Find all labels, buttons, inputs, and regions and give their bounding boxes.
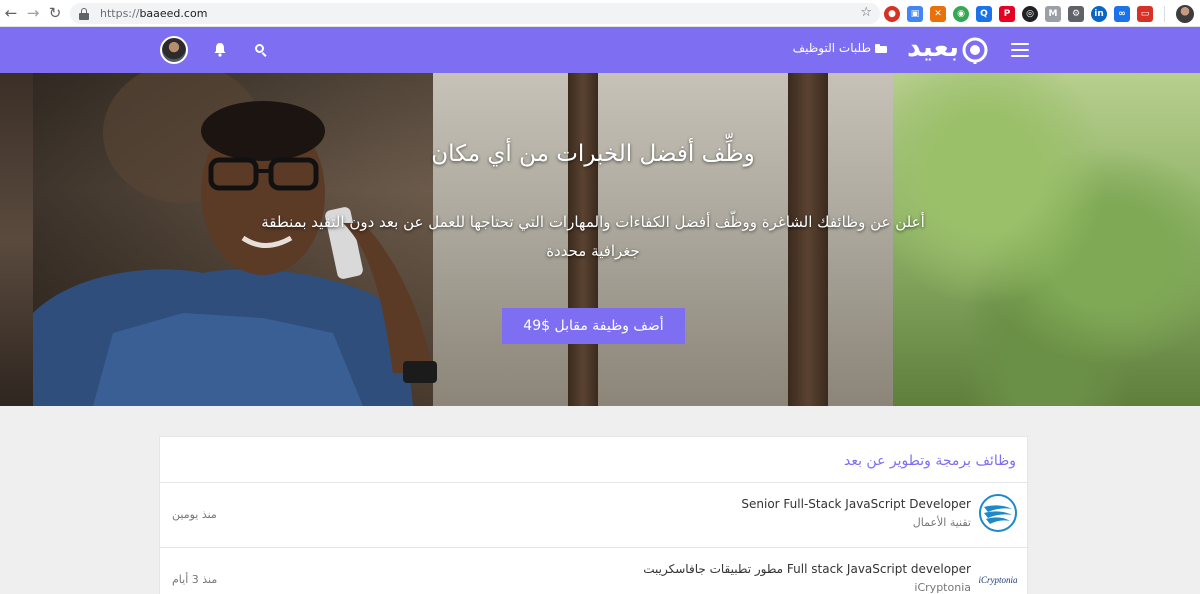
job-date: منذ 3 أيام bbox=[172, 573, 218, 586]
hero-subtitle: أعلن عن وظائفك الشاغرة ووظّف أفضل الكفاء… bbox=[261, 213, 925, 260]
link-icon[interactable]: ∞ bbox=[1114, 6, 1130, 22]
icryptonia-logo-icon: iCryptonia bbox=[978, 564, 1018, 592]
reload-icon[interactable]: ↻ bbox=[44, 2, 66, 24]
nav-jobs-link[interactable]: طلبات التوظيف bbox=[780, 41, 887, 55]
hero-banner: وظِّف أفضل الخبرات من أي مكان أعلن عن وظ… bbox=[33, 73, 1200, 406]
lock-icon bbox=[78, 7, 90, 20]
tools-icon[interactable]: ✕ bbox=[930, 6, 946, 22]
adblock-icon[interactable]: ● bbox=[884, 6, 900, 22]
search-icon[interactable] bbox=[255, 44, 267, 57]
post-job-button[interactable]: أضف وظيفة مقابل $49 bbox=[502, 308, 685, 344]
job-list-item[interactable]: Senior Full-Stack JavaScript Developer ت… bbox=[160, 483, 1029, 547]
site-header: بعيد طلبات التوظيف bbox=[0, 27, 1200, 73]
folder-icon bbox=[875, 43, 887, 53]
back-icon[interactable]: ← bbox=[0, 2, 22, 24]
forward-icon[interactable]: → bbox=[22, 2, 44, 24]
hero-edge bbox=[0, 73, 33, 406]
mail-icon[interactable]: M bbox=[1045, 6, 1061, 22]
jobs-list-card: وظائف برمجة وتطوير عن بعد Senior Full-St… bbox=[159, 436, 1029, 594]
jobs-heading[interactable]: وظائف برمجة وتطوير عن بعد bbox=[844, 453, 1016, 469]
hero-foliage bbox=[893, 73, 1200, 406]
job-title[interactable]: Senior Full-Stack JavaScript Developer bbox=[741, 497, 971, 511]
linkedin-icon[interactable]: in bbox=[1091, 6, 1107, 22]
translate-icon[interactable]: ▣ bbox=[907, 6, 923, 22]
job-company: تقنية الأعمال bbox=[912, 516, 971, 529]
hero-title: وظِّف أفضل الخبرات من أي مكان bbox=[431, 141, 755, 167]
qr-icon[interactable]: Q bbox=[976, 6, 992, 22]
menu-icon[interactable] bbox=[1011, 43, 1029, 57]
address-bar[interactable]: https://baaeed.com ☆ bbox=[70, 3, 880, 24]
job-company: iCryptonia bbox=[914, 581, 971, 594]
extensions-bar: ●▣✕◉QP◎M⚙in∞▭⋮ bbox=[884, 5, 1200, 23]
logo-text[interactable]: بعيد bbox=[899, 31, 960, 65]
swoosh-logo-icon bbox=[979, 494, 1017, 532]
toolbar-separator bbox=[1164, 6, 1165, 22]
url-text: https://baaeed.com bbox=[100, 7, 208, 20]
record-icon[interactable]: ◎ bbox=[1022, 6, 1038, 22]
globe-icon[interactable]: ◉ bbox=[953, 6, 969, 22]
job-list-item[interactable]: iCryptonia مطور تطبيقات جافاسكريبت Full … bbox=[160, 548, 1029, 594]
nav-jobs-label: طلبات التوظيف bbox=[792, 41, 871, 55]
gear-ext-icon[interactable]: ⚙ bbox=[1068, 6, 1084, 22]
screenshot-icon[interactable]: ▭ bbox=[1137, 6, 1153, 22]
job-title[interactable]: مطور تطبيقات جافاسكريبت Full stack JavaS… bbox=[643, 562, 971, 576]
logo-icon[interactable] bbox=[961, 36, 989, 64]
user-avatar[interactable] bbox=[160, 36, 188, 64]
browser-toolbar: ← → ↻ https://baaeed.com ☆ ● ▣ ✕ ◉ Q P ◎ M ⚙ in ∞ ▭… bbox=[0, 0, 1200, 27]
pinterest-icon[interactable]: P bbox=[999, 6, 1015, 22]
bookmark-star-icon[interactable]: ☆ bbox=[860, 5, 872, 20]
bell-icon[interactable] bbox=[213, 42, 227, 57]
svg-text:iCryptonia: iCryptonia bbox=[978, 575, 1018, 585]
job-date: منذ يومين bbox=[172, 508, 217, 521]
profile-avatar-icon[interactable] bbox=[1176, 5, 1194, 23]
